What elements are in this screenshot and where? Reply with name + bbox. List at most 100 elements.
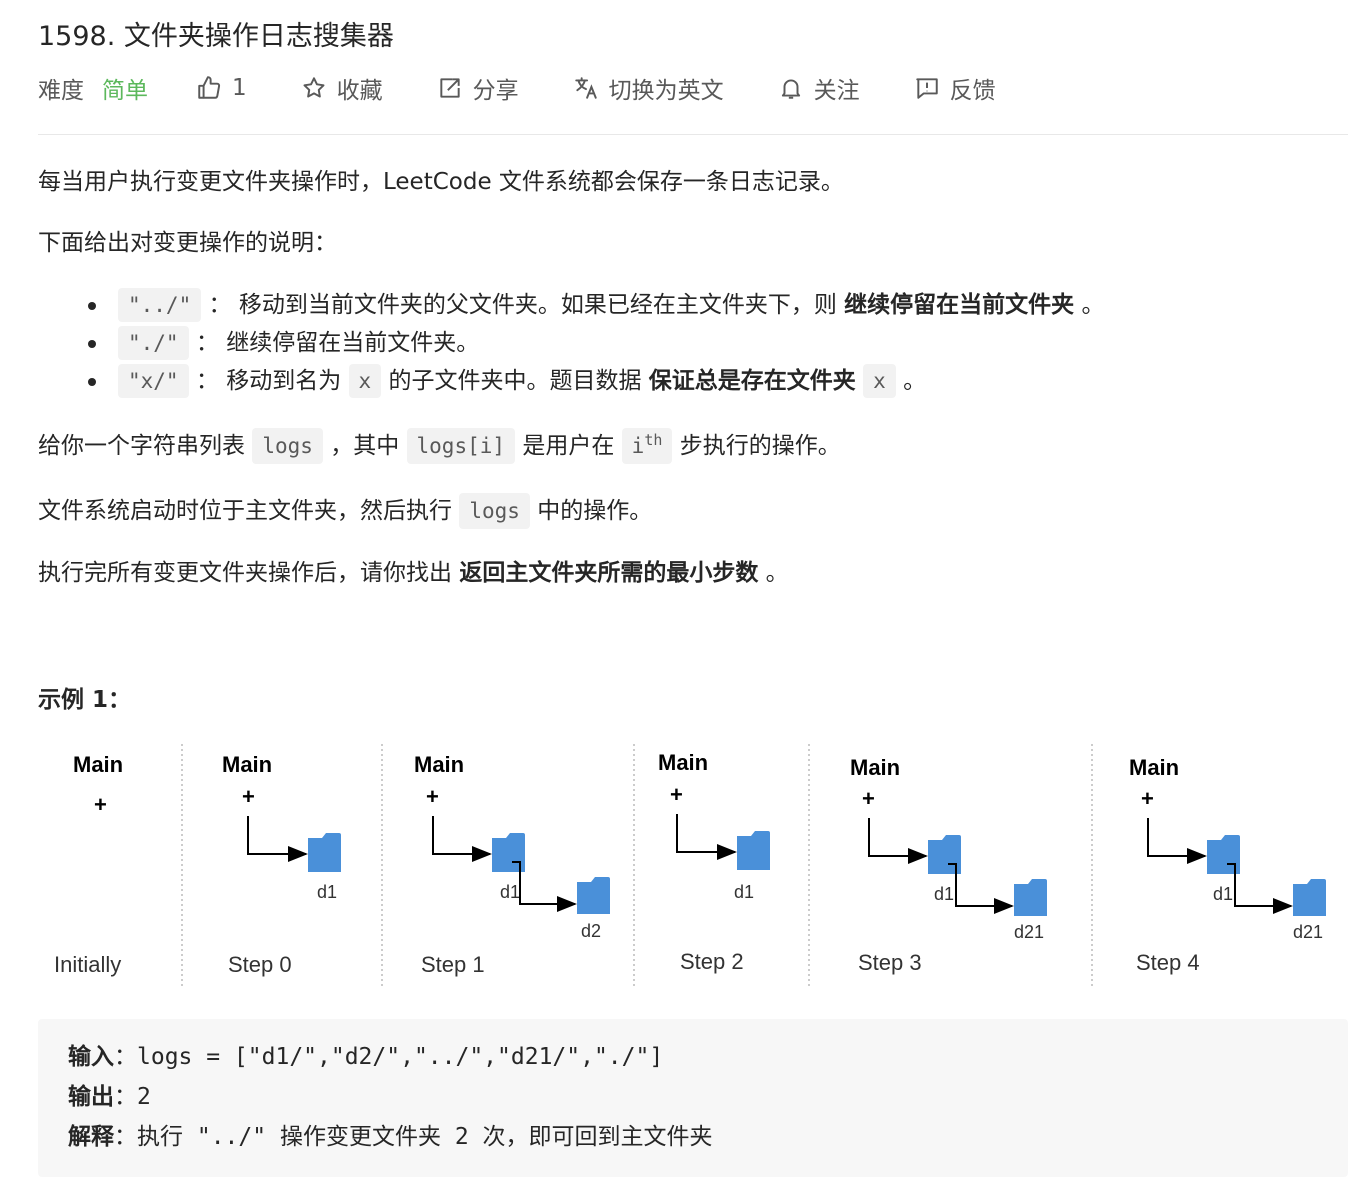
step-label: Initially [54, 952, 121, 977]
root-label: Main [414, 752, 464, 777]
text: 操作变更文件夹 [279, 1124, 441, 1150]
connector-arrow [247, 816, 308, 862]
root-label: Main [850, 755, 900, 780]
problem-page: 1598. 文件夹操作日志搜集器 难度 简单 1 收藏 分享 切换为英文 关注 … [0, 0, 1362, 1184]
panel-step-2: Main + d1 Step 2 [658, 750, 770, 974]
like-count: 1 [232, 75, 247, 101]
separator: ： [208, 292, 232, 318]
connector-arrow [868, 818, 928, 864]
text: 。 [765, 560, 789, 586]
text: 是用户在 [522, 433, 615, 459]
star-icon [303, 77, 325, 98]
connector-arrow [432, 816, 492, 862]
list-item-tail: 。 [903, 368, 927, 394]
text: 次，即可回到主文件夹 [482, 1124, 713, 1150]
root-label: Main [222, 752, 272, 777]
thumbs-up-icon [198, 76, 221, 99]
list-item-text: 的子文件夹中。题目数据 [388, 368, 642, 394]
operations-list: "../" ： 移动到当前文件夹的父文件夹。如果已经在主文件夹下，则 继续停留在… [38, 286, 1104, 400]
inline-code: logs[i] [406, 428, 516, 464]
bold-text: 保证总是存在文件夹 [648, 368, 856, 394]
switch-language-label: 切换为英文 [608, 78, 724, 104]
feedback-icon [915, 78, 938, 99]
superscript: th [644, 431, 663, 449]
list-item-text: 移动到当前文件夹的父文件夹。如果已经在主文件夹下，则 [238, 292, 837, 318]
description-paragraph-3: 给你一个字符串列表 logs ，其中 logs[i] 是用户在 ith 步执行的… [38, 428, 841, 464]
favorite-label: 收藏 [336, 78, 383, 104]
explanation-label: 解释 [68, 1124, 114, 1150]
panel-step-1: Main + d1 d2 Step 1 [414, 752, 610, 977]
inline-code: ith [621, 428, 673, 464]
inline-code: "./" [118, 326, 189, 360]
colon: ： [114, 1044, 137, 1070]
root-label: Main [73, 752, 123, 777]
list-item-text: 移动到名为 [226, 368, 342, 394]
step-label: Step 0 [228, 952, 292, 977]
step-label: Step 2 [680, 949, 744, 974]
input-label: 输入 [68, 1044, 114, 1070]
step-label: Step 4 [1136, 950, 1200, 975]
folder-label: d2 [581, 921, 601, 941]
panel-step-3: Main + d1 d21 Step 3 [850, 755, 1047, 975]
follow-label: 关注 [813, 78, 860, 104]
follow-button[interactable]: 关注 [778, 71, 860, 105]
feedback-button[interactable]: 反馈 [914, 71, 996, 105]
text: 执行 [137, 1124, 183, 1150]
inline-code: logs [252, 428, 323, 464]
code-text: i [631, 434, 645, 458]
list-item: "x/" ： 移动到名为 x 的子文件夹中。题目数据 保证总是存在文件夹 x 。 [38, 362, 1104, 400]
bold-text: 返回主文件夹所需的最小步数 [459, 560, 759, 586]
step-label: Step 1 [421, 952, 485, 977]
example-explanation-line: 解释：执行 "../" 操作变更文件夹 2 次，即可回到主文件夹 [68, 1117, 1318, 1157]
bell-icon [781, 79, 800, 99]
separator: ： [195, 330, 219, 356]
share-icon [439, 78, 460, 98]
difficulty-badge: 简单 [102, 78, 148, 104]
folder-label: d1 [934, 884, 954, 904]
description-paragraph-2: 下面给出对变更操作的说明： [38, 230, 337, 256]
list-item: "./" ： 继续停留在当前文件夹。 [38, 324, 1104, 362]
example-output-line: 输出：2 [68, 1077, 1318, 1117]
folder-icon [577, 877, 610, 914]
root-label: Main [1129, 755, 1179, 780]
number: 2 [454, 1124, 469, 1150]
description-paragraph-4: 文件系统启动时位于主文件夹，然后执行 logs 中的操作。 [38, 493, 652, 529]
description-paragraph-1: 每当用户执行变更文件夹操作时，LeetCode 文件系统都会保存一条日志记录。 [38, 169, 844, 195]
connector-arrow [1147, 818, 1207, 864]
text: 中的操作。 [537, 498, 653, 524]
folder-label: d21 [1014, 922, 1044, 942]
share-label: 分享 [472, 78, 519, 104]
problem-title: 1598. 文件夹操作日志搜集器 [38, 21, 394, 52]
input-value: logs = ["d1/","d2/","../","d21/","./"] [137, 1044, 664, 1070]
folder-label: d1 [500, 882, 520, 902]
folder-icon [1293, 879, 1326, 916]
connector-arrow [676, 814, 737, 860]
code-text: "../" [196, 1124, 267, 1150]
favorite-button[interactable]: 收藏 [301, 71, 383, 105]
text: ，其中 [330, 433, 400, 459]
like-button[interactable]: 1 [196, 75, 247, 101]
folder-icon [737, 831, 770, 870]
description-paragraph-5: 执行完所有变更文件夹操作后，请你找出 返回主文件夹所需的最小步数 。 [38, 557, 789, 589]
translate-icon [574, 77, 597, 99]
inline-code: x [348, 364, 382, 398]
list-item: "../" ： 移动到当前文件夹的父文件夹。如果已经在主文件夹下，则 继续停留在… [38, 286, 1104, 324]
panel-initially: Main + Initially [54, 752, 123, 977]
folder-icon [1014, 879, 1047, 916]
bold-text: 继续停留在当前文件夹 [844, 292, 1075, 318]
problem-meta-bar: 难度 简单 1 收藏 分享 切换为英文 关注 反馈 [38, 70, 1050, 106]
text: 执行完所有变更文件夹操作后，请你找出 [38, 560, 452, 586]
switch-language-button[interactable]: 切换为英文 [573, 71, 724, 105]
inline-code: "../" [118, 288, 202, 322]
share-button[interactable]: 分享 [437, 71, 519, 105]
example-figure: Main + Initially Main + d1 Step 0 Main +… [54, 744, 1326, 986]
output-value: 2 [137, 1084, 151, 1110]
colon: ： [114, 1124, 137, 1150]
folder-label: d1 [734, 882, 754, 902]
text: 步执行的操作。 [679, 433, 841, 459]
plus-sign: + [862, 786, 875, 811]
output-label: 输出 [68, 1084, 114, 1110]
inline-code: "x/" [118, 364, 189, 398]
panel-step-0: Main + d1 Step 0 [222, 752, 341, 977]
inline-code: logs [459, 493, 530, 529]
